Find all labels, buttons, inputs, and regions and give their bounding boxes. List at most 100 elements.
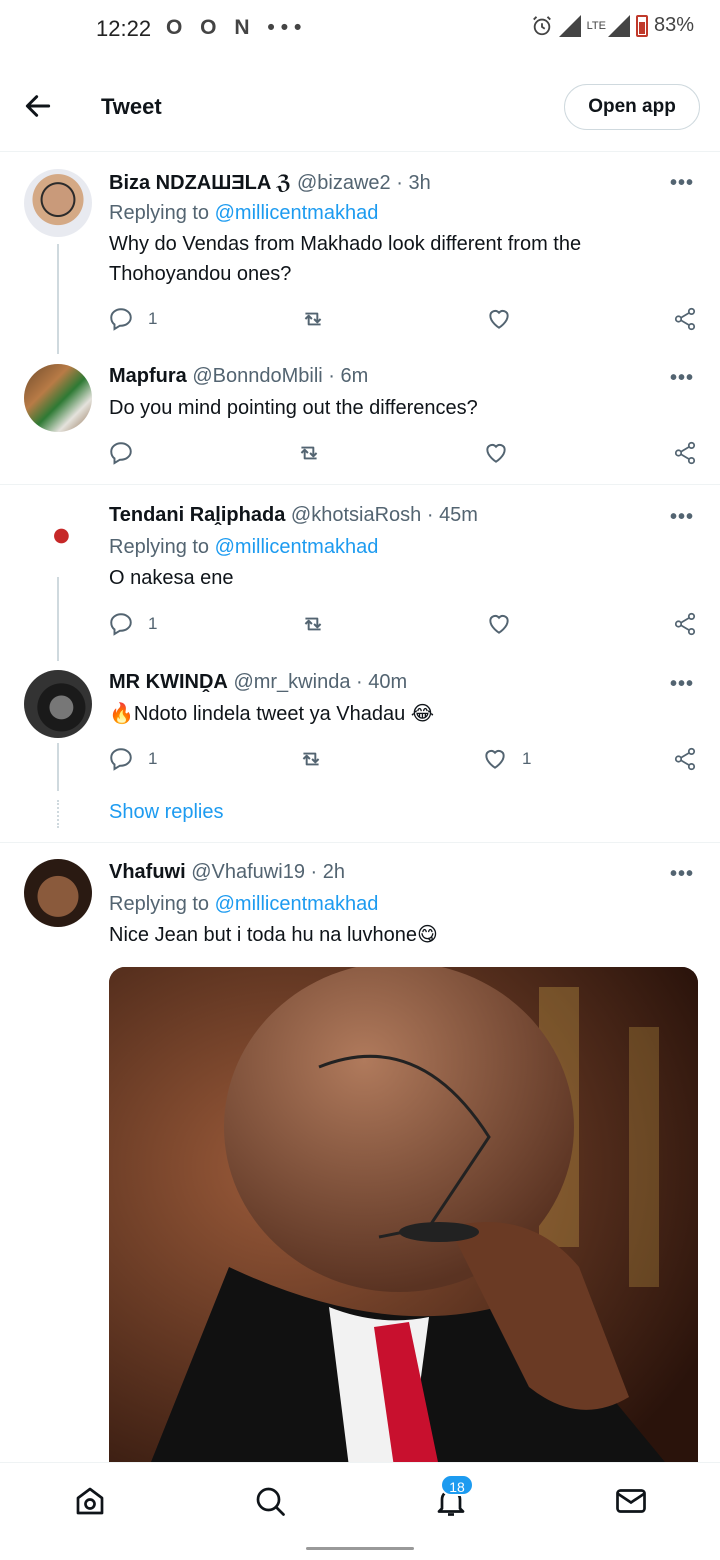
user-handle[interactable]: @khotsiaRosh (291, 504, 421, 526)
bottom-nav: 18 (0, 1462, 720, 1536)
replying-to: Replying to @millicentmakhad (109, 536, 378, 559)
retweet-button[interactable] (300, 609, 326, 639)
reply-icon (110, 748, 132, 771)
status-right: LTE 83% (531, 14, 694, 37)
tweet-item[interactable]: Biza NDZAШƎLA ℨ @bizawe2 · 3h ••• Replyi… (0, 152, 720, 354)
like-button[interactable] (486, 304, 512, 334)
status-bar: 12:22 O O N ••• LTE 83% (0, 0, 720, 62)
display-name[interactable]: Vhafuwi (109, 861, 186, 883)
share-icon (674, 612, 696, 636)
avatar[interactable] (24, 169, 92, 237)
tweet-text: O nakesa ene (109, 567, 234, 589)
tweet-header: MR KWINḒA @mr_kwinda · 40m (109, 671, 407, 694)
reply-button[interactable]: 1 (108, 744, 157, 774)
lte-label: LTE (586, 19, 606, 32)
reply-button[interactable]: 1 (108, 304, 157, 334)
mention-link[interactable]: @millicentmakhad (215, 893, 379, 915)
reply-icon (110, 613, 132, 636)
separator-dot: · (396, 172, 403, 194)
tweet-item[interactable]: Mapfura @BonndoMbili · 6m ••• Do you min… (0, 348, 720, 484)
tweet-text: Why do Vendas from Makhado look differen… (109, 233, 582, 285)
status-time: 12:22 (96, 16, 152, 41)
tweet-item[interactable]: Tendani Raḽiphada @khotsiaRosh · 45m •••… (0, 485, 720, 661)
tweet-text: Do you mind pointing out the differences… (109, 397, 478, 419)
replying-prefix: Replying to (109, 536, 210, 558)
user-handle[interactable]: @Vhafuwi19 (191, 861, 305, 883)
share-button[interactable] (672, 438, 698, 468)
like-button[interactable] (483, 438, 509, 468)
avatar[interactable] (24, 670, 92, 738)
share-button[interactable] (672, 304, 698, 334)
photo-illustration (109, 967, 698, 1467)
reply-count: 1 (148, 614, 158, 633)
tweet-actions (0, 438, 720, 468)
battery-icon (635, 14, 648, 37)
display-name[interactable]: Mapfura (109, 365, 187, 387)
messages-icon[interactable] (613, 1483, 649, 1519)
like-button[interactable]: 1 (482, 744, 531, 774)
more-options-icon[interactable]: ••• (670, 863, 694, 886)
back-arrow-icon[interactable] (22, 90, 54, 122)
search-icon[interactable] (252, 1483, 288, 1519)
replying-to: Replying to @millicentmakhad (109, 202, 378, 225)
thread-line (57, 244, 59, 354)
user-handle[interactable]: @bizawe2 (297, 172, 391, 194)
share-icon (674, 441, 696, 465)
tweet-time[interactable]: 40m (368, 671, 407, 693)
share-button[interactable] (672, 744, 698, 774)
share-icon (674, 307, 696, 331)
mention-link[interactable]: @millicentmakhad (215, 202, 379, 224)
home-icon[interactable] (72, 1483, 108, 1519)
tweet-actions: 1 (0, 609, 720, 639)
show-replies-link[interactable]: Show replies (109, 801, 224, 824)
avatar[interactable] (24, 364, 92, 432)
reply-button[interactable] (108, 438, 134, 468)
reply-button[interactable]: 1 (108, 609, 157, 639)
reply-count: 1 (148, 309, 158, 328)
more-options-icon[interactable]: ••• (670, 673, 694, 696)
retweet-icon (302, 752, 320, 766)
heart-icon (485, 749, 505, 769)
tweet-time[interactable]: 3h (408, 172, 430, 194)
avatar[interactable] (24, 502, 92, 570)
user-handle[interactable]: @BonndoMbili (192, 365, 322, 387)
mention-link[interactable]: @millicentmakhad (215, 536, 379, 558)
retweet-icon (300, 446, 318, 460)
reply-icon (110, 442, 132, 465)
retweet-button[interactable] (296, 438, 322, 468)
tweet-time[interactable]: 45m (439, 504, 478, 526)
replying-prefix: Replying to (109, 202, 210, 224)
page-title: Tweet (101, 94, 162, 119)
top-header: Tweet Open app (0, 62, 720, 152)
like-button[interactable] (486, 609, 512, 639)
tweet-header: Tendani Raḽiphada @khotsiaRosh · 45m (109, 504, 478, 527)
home-indicator[interactable] (306, 1547, 414, 1550)
more-options-icon[interactable]: ••• (670, 506, 694, 529)
reply-icon (110, 308, 132, 331)
display-name[interactable]: Tendani Raḽiphada (109, 504, 285, 526)
more-options-icon[interactable]: ••• (670, 367, 694, 390)
tweet-actions: 1 1 (0, 744, 720, 774)
tweet-text: Nice Jean but i toda hu na luvhone😋 (109, 924, 438, 946)
user-handle[interactable]: @mr_kwinda (233, 671, 350, 693)
notification-icons: O O N ••• (166, 16, 308, 39)
replying-to: Replying to @millicentmakhad (109, 893, 378, 916)
heart-icon (489, 614, 509, 634)
tweet-header: Vhafuwi @Vhafuwi19 · 2h (109, 861, 345, 884)
retweet-button[interactable] (298, 744, 324, 774)
tweet-item[interactable]: MR KWINḒA @mr_kwinda · 40m ••• 🔥Ndoto li… (0, 657, 720, 791)
display-name[interactable]: MR KWINḒA (109, 671, 228, 693)
battery-percent: 83% (653, 14, 694, 36)
share-button[interactable] (672, 609, 698, 639)
tweet-time[interactable]: 6m (341, 365, 369, 387)
open-app-button[interactable]: Open app (564, 84, 700, 130)
heart-icon (486, 443, 506, 463)
avatar[interactable] (24, 859, 92, 927)
tweet-time[interactable]: 2h (323, 861, 345, 883)
display-name[interactable]: Biza NDZAШƎLA ℨ (109, 172, 291, 194)
more-options-icon[interactable]: ••• (670, 172, 694, 195)
tweet-media-image[interactable] (109, 967, 698, 1467)
separator-dot: · (426, 504, 434, 526)
retweet-button[interactable] (300, 304, 326, 334)
alarm-icon (532, 15, 551, 35)
